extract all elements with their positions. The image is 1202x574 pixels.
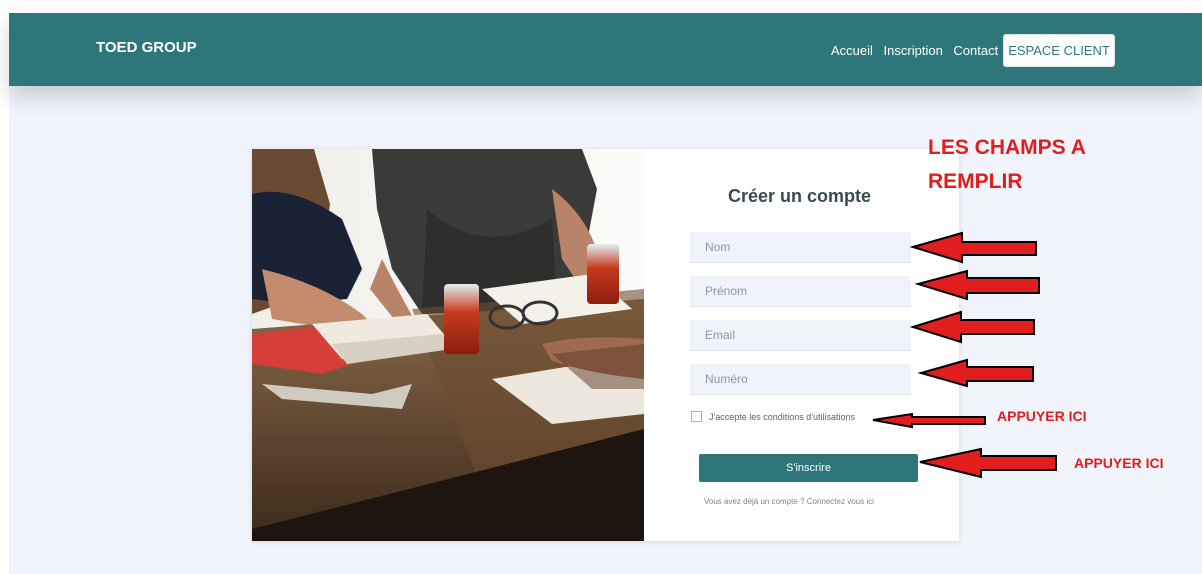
espace-client-button[interactable]: ESPACE CLIENT [1004,35,1114,66]
photo-people-at-table [252,149,644,541]
terms-checkbox[interactable] [691,411,702,422]
nav-link-accueil[interactable]: Accueil [831,43,873,58]
annotation-title: LES CHAMPS A REMPLIR [928,131,1118,199]
top-white-strip [0,0,1202,13]
signup-card: Créer un compte J'accepte les conditions… [252,149,959,541]
team-photo [252,149,644,541]
annotation-checkbox-hint: APPUYER ICI [997,408,1087,424]
terms-label[interactable]: J'accepte les conditions d'utilisations [709,412,855,422]
navbar: TOED GROUP Accueil Inscription Contact E… [9,13,1202,86]
sinscrire-button[interactable]: S'inscrire [699,454,918,482]
annotation-submit-hint: APPUYER ICI [1074,455,1164,471]
nav-link-contact[interactable]: Contact [953,43,998,58]
form-title: Créer un compte [728,186,872,206]
terms-row: J'accepte les conditions d'utilisations [691,411,855,422]
login-link[interactable]: Vous avez déjà un compte ? Connectez vou… [704,497,874,506]
numero-input[interactable] [690,364,911,395]
brand-logo[interactable]: TOED GROUP [96,39,197,56]
annotation-title-text: LES CHAMPS A REMPLIR [928,136,1086,193]
prenom-input[interactable] [690,276,911,307]
email-input[interactable] [690,320,911,351]
nav-link-inscription[interactable]: Inscription [884,43,943,58]
nav-links: Accueil Inscription Contact [831,43,1005,58]
nom-input[interactable] [690,232,911,263]
